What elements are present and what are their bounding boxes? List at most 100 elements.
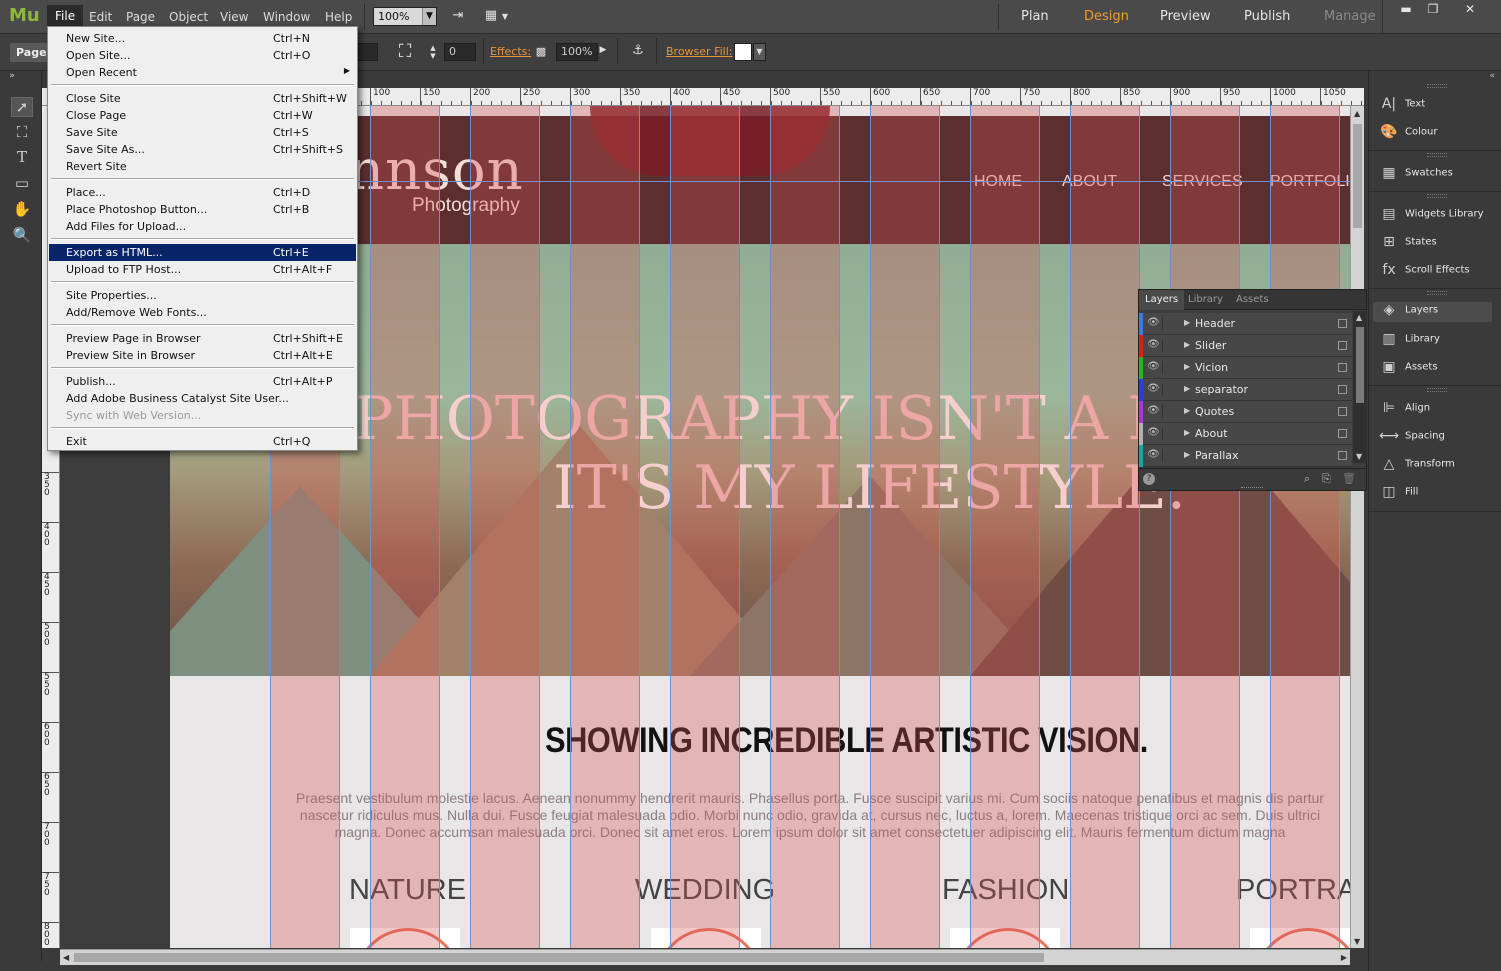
tab-preview[interactable]: Preview: [1160, 9, 1211, 24]
grip-handle[interactable]: [1427, 84, 1447, 88]
menu-item-preview-page-in-browser[interactable]: Preview Page in Browser Ctrl+Shift+E: [49, 330, 356, 347]
menu-item-open-recent[interactable]: Open Recent ▶: [49, 64, 356, 81]
view-mode-icon[interactable]: ▦: [480, 8, 502, 25]
menu-item-close-page[interactable]: Close Page Ctrl+W: [49, 107, 356, 124]
menu-object[interactable]: Object: [165, 9, 212, 25]
scroll-thumb[interactable]: [74, 953, 1044, 962]
anchor-icon[interactable]: ⚓: [627, 43, 649, 60]
arrow-left-icon[interactable]: ◀: [63, 953, 69, 962]
grip-handle[interactable]: [1427, 194, 1447, 198]
browser-fill-link[interactable]: Browser Fill:: [666, 45, 732, 58]
chevron-right-icon[interactable]: ▶: [1184, 406, 1190, 415]
menu-item-exit[interactable]: Exit Ctrl+Q: [49, 433, 356, 450]
grip-handle[interactable]: [1241, 487, 1263, 490]
lock-icon[interactable]: [1338, 385, 1347, 394]
menu-window[interactable]: Window: [259, 9, 314, 25]
arrow-up-icon[interactable]: ▲: [1356, 313, 1362, 322]
menu-item-export-as-html[interactable]: Export as HTML... Ctrl+E: [49, 244, 356, 261]
selection-tool-icon[interactable]: ➚: [11, 97, 33, 117]
chevron-right-icon[interactable]: ▶: [1184, 340, 1190, 349]
menu-item-site-properties[interactable]: Site Properties...: [49, 287, 356, 304]
menu-item-preview-site-in-browser[interactable]: Preview Site in Browser Ctrl+Alt+E: [49, 347, 356, 364]
menu-item-close-site[interactable]: Close Site Ctrl+Shift+W: [49, 90, 356, 107]
eye-icon[interactable]: 👁: [1147, 361, 1163, 374]
chevron-down-icon[interactable]: ▼: [753, 43, 766, 61]
layer-row[interactable]: 👁 ▶ Vicion: [1139, 357, 1352, 379]
width-field[interactable]: [358, 43, 378, 61]
chevron-right-icon[interactable]: ▶: [1184, 428, 1190, 437]
help-icon[interactable]: ?: [1143, 473, 1155, 485]
panel-states[interactable]: ⊞ States: [1379, 234, 1437, 254]
panel-fill[interactable]: ◫ Fill: [1379, 484, 1418, 504]
close-icon[interactable]: ✕: [1455, 0, 1485, 18]
effects-icon[interactable]: ▩: [534, 45, 548, 62]
menu-item-save-site[interactable]: Save Site Ctrl+S: [49, 124, 356, 141]
layer-row[interactable]: 👁 ▶ Slider: [1139, 335, 1352, 357]
tab-layers[interactable]: Layers: [1139, 290, 1185, 310]
arrow-down-icon[interactable]: ▼: [1356, 452, 1362, 461]
menu-item-place-photoshop-button[interactable]: Place Photoshop Button... Ctrl+B: [49, 201, 356, 218]
horizontal-scrollbar[interactable]: ◀ ▶: [60, 949, 1350, 965]
chevron-right-icon[interactable]: ▶: [1184, 450, 1190, 459]
tab-publish[interactable]: Publish: [1244, 9, 1290, 24]
layer-row[interactable]: 👁 ▶ Parallax: [1139, 445, 1352, 467]
zoom-select[interactable]: 100% ▼: [373, 7, 437, 26]
rotate-field[interactable]: 0: [444, 43, 476, 61]
panel-swatches[interactable]: ▦ Swatches: [1379, 165, 1452, 185]
panel-assets[interactable]: ▣ Assets: [1379, 359, 1437, 379]
lock-icon[interactable]: [1338, 319, 1347, 328]
arrange-icon[interactable]: ⇥: [447, 8, 469, 25]
grip-handle[interactable]: [1427, 153, 1447, 157]
menu-help[interactable]: Help: [321, 9, 356, 25]
eye-icon[interactable]: 👁: [1147, 383, 1163, 396]
arrow-down-icon[interactable]: ▼: [1354, 937, 1360, 946]
panel-scroll-effects[interactable]: fx Scroll Effects: [1379, 262, 1469, 282]
layers-scrollbar[interactable]: ▲ ▼: [1353, 311, 1367, 463]
menu-item-sync-with-web-version[interactable]: Sync with Web Version...: [49, 407, 356, 424]
eye-icon[interactable]: 👁: [1147, 339, 1163, 352]
lock-icon[interactable]: [1338, 429, 1347, 438]
chevron-right-icon[interactable]: ▶: [1184, 318, 1190, 327]
chevron-right-icon[interactable]: ▶: [1184, 384, 1190, 393]
lock-icon[interactable]: [1338, 341, 1347, 350]
menu-item-add-files-for-upload[interactable]: Add Files for Upload...: [49, 218, 356, 235]
menu-item-publish[interactable]: Publish... Ctrl+Alt+P: [49, 373, 356, 390]
menu-item-save-site-as[interactable]: Save Site As... Ctrl+Shift+S: [49, 141, 356, 158]
tab-library[interactable]: Library: [1182, 290, 1229, 310]
chevron-right-icon[interactable]: ▶: [1184, 362, 1190, 371]
menu-item-add-remove-web-fonts[interactable]: Add/Remove Web Fonts...: [49, 304, 356, 321]
layer-row[interactable]: 👁 ▶ Quotes: [1139, 401, 1352, 423]
tab-manage[interactable]: Manage: [1324, 9, 1376, 24]
panel-colour[interactable]: 🎨 Colour: [1379, 124, 1437, 144]
panel-align[interactable]: ⊫ Align: [1379, 400, 1430, 420]
menu-item-revert-site[interactable]: Revert Site: [49, 158, 356, 175]
new-layer-icon[interactable]: ⎘: [1322, 472, 1331, 486]
lock-icon[interactable]: [1338, 363, 1347, 372]
text-tool-icon[interactable]: T: [11, 148, 33, 168]
panel-layers[interactable]: ◈ Layers: [1373, 302, 1492, 322]
maximize-icon[interactable]: ❐: [1418, 0, 1448, 18]
panel-transform[interactable]: △ Transform: [1379, 456, 1455, 476]
vertical-scrollbar[interactable]: ▲ ▼: [1350, 106, 1364, 948]
eye-icon[interactable]: 👁: [1147, 427, 1163, 440]
crop-tool-icon[interactable]: ⛶: [11, 123, 33, 143]
browser-fill-swatch[interactable]: [734, 43, 752, 61]
panel-text[interactable]: A| Text: [1379, 96, 1425, 116]
arrow-right-icon[interactable]: ▶: [1341, 953, 1347, 962]
collapse-icon[interactable]: »: [6, 71, 18, 91]
effects-link[interactable]: Effects:: [490, 45, 531, 58]
scroll-thumb[interactable]: [1353, 124, 1362, 228]
menu-item-place[interactable]: Place... Ctrl+D: [49, 184, 356, 201]
zoom-tool-icon[interactable]: 🔍: [11, 226, 33, 246]
menu-item-add-adobe-business-catalyst-site-user[interactable]: Add Adobe Business Catalyst Site User...: [49, 390, 356, 407]
layer-row[interactable]: 👁 ▶ About: [1139, 423, 1352, 445]
scroll-thumb[interactable]: [1356, 327, 1364, 403]
chevron-down-icon[interactable]: ▼: [500, 12, 510, 29]
opacity-field[interactable]: 100%: [556, 43, 598, 61]
play-icon[interactable]: ▶: [597, 45, 609, 62]
menu-view[interactable]: View: [216, 9, 252, 25]
stepper-icon[interactable]: ▲ ▼: [427, 44, 439, 61]
grip-handle[interactable]: [1427, 291, 1447, 295]
menu-item-open-site[interactable]: Open Site... Ctrl+O: [49, 47, 356, 64]
menu-item-upload-to-ftp-host[interactable]: Upload to FTP Host... Ctrl+Alt+F: [49, 261, 356, 278]
